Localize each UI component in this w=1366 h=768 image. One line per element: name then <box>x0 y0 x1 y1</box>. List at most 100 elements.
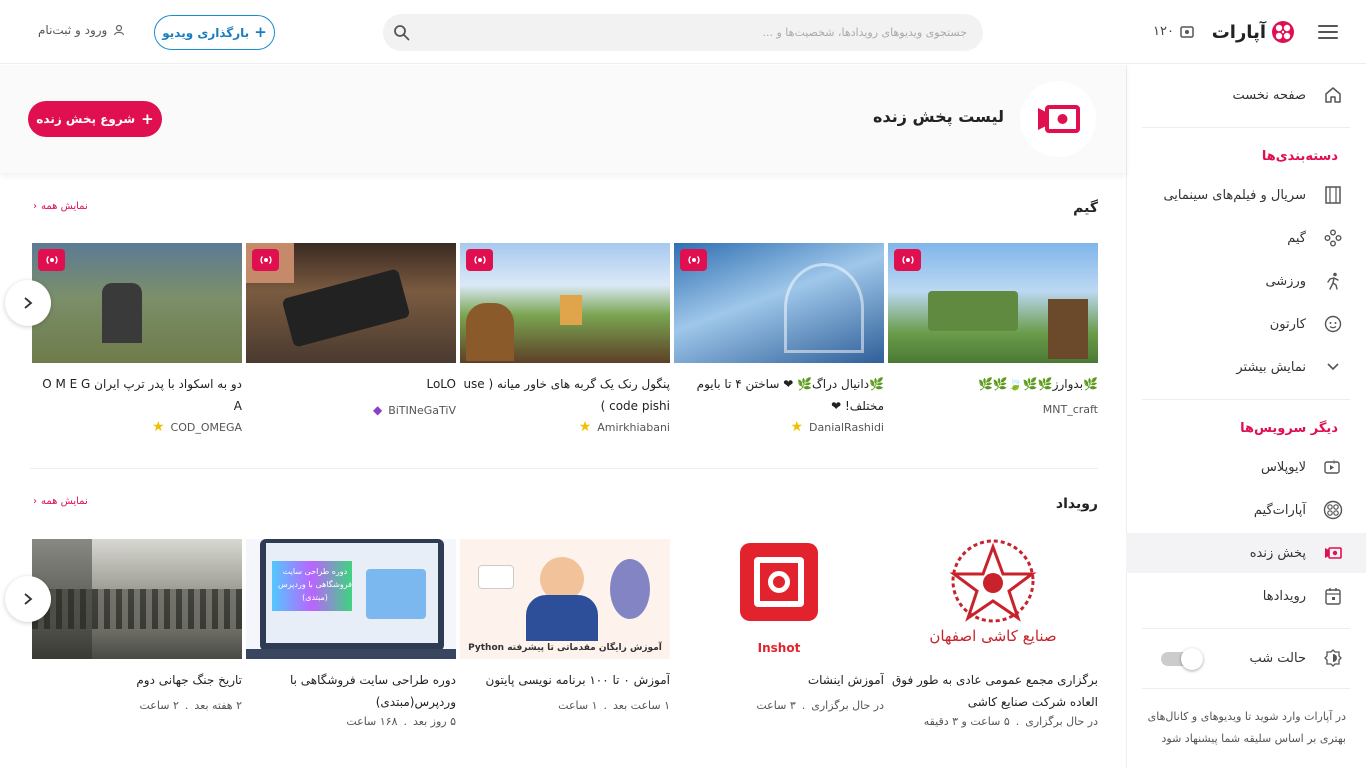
dot-separator: . <box>403 715 408 728</box>
channel-name[interactable]: Amirkhiabani <box>597 421 670 434</box>
event-meta: در حال برگزاری . ۳ ساعت <box>674 699 884 712</box>
star-icon: ★ <box>790 419 804 435</box>
event-thumbnail[interactable]: دوره طراحی سایت فروشگاهی با وردپرس (مبتد… <box>246 539 456 659</box>
live-badge <box>38 249 65 271</box>
channel-meta: COD_OMEGA ★ <box>32 419 242 435</box>
thumbnail-caption: Inshot <box>757 641 801 655</box>
star-icon: ★ <box>578 419 592 435</box>
start-live-label: شروع پخش زنده <box>36 112 136 126</box>
sidebar-item-live[interactable]: پخش زنده <box>1126 533 1366 573</box>
game-scroll-arrow[interactable] <box>5 280 51 326</box>
sidebar-item-game[interactable]: گیم <box>1126 218 1366 258</box>
event-title[interactable]: دوره طراحی سایت فروشگاهی با وردپرس(مبتدی… <box>246 669 456 713</box>
event-card[interactable]: دوره طراحی سایت فروشگاهی با وردپرس (مبتد… <box>246 539 456 728</box>
aparat-logo[interactable]: آپارات <box>1212 19 1296 45</box>
runner-icon <box>1322 270 1344 292</box>
sidebar-item-liveplus[interactable]: + لایوپلاس <box>1126 447 1366 487</box>
event-status: ۵ روز بعد <box>413 715 456 728</box>
sidebar-item-aparat-game[interactable]: آپارات‌گیم <box>1126 490 1366 530</box>
game-card[interactable]: پنگول رنک یک گربه های خاور میانه ( use c… <box>460 243 670 435</box>
event-cards-row: صنایع کاشی اصفهان برگزاری مجمع عمومی عاد… <box>30 539 1098 749</box>
game-card[interactable]: دو به اسکواد با پدر ترپ ایران O M E G A … <box>32 243 242 435</box>
event-thumbnail[interactable] <box>32 539 242 659</box>
video-thumbnail[interactable] <box>32 243 242 363</box>
sidebar-item-sports[interactable]: ورزشی <box>1126 261 1366 301</box>
live-badge <box>894 249 921 271</box>
game-cards-row: 🌿بدوارز🌿🌿🍃🌿🌿 MNT_craft 🌿دانیال دراگ🌿 ❤ س… <box>30 243 1098 453</box>
cartoon-icon <box>1322 313 1344 335</box>
video-title[interactable]: 🌿دانیال دراگ🌿 ❤ ساختن ۴ تا بایوم مختلف! … <box>674 373 884 417</box>
chevron-left-icon: ‹ <box>33 201 37 212</box>
live-camera-icon <box>1038 105 1080 133</box>
event-section-title: رویداد <box>1055 496 1098 512</box>
sidebar-label: آپارات‌گیم <box>1253 502 1306 518</box>
event-thumbnail[interactable]: Inshot <box>674 539 884 659</box>
sidebar-item-show-more[interactable]: نمایش بیشتر <box>1126 347 1366 387</box>
event-thumbnail[interactable]: صنایع کاشی اصفهان <box>888 539 1098 659</box>
night-mode-icon <box>1322 647 1344 669</box>
logo-text: آپارات <box>1211 21 1266 43</box>
live-icon <box>1322 542 1344 564</box>
show-all-label: نمایش همه <box>41 496 88 507</box>
video-thumbnail[interactable] <box>460 243 670 363</box>
sidebar-item-events[interactable]: رویدادها <box>1126 576 1366 616</box>
event-duration: ۱ ساعت <box>558 699 598 712</box>
event-card[interactable]: Inshot آموزش اینشات در حال برگزاری . ۳ س… <box>674 539 884 712</box>
inshot-logo <box>740 543 818 621</box>
start-live-button[interactable]: + شروع پخش زنده <box>28 101 162 137</box>
sidebar-item-movies[interactable]: سریال و فیلم‌های سینمایی <box>1126 175 1366 215</box>
video-thumbnail[interactable] <box>246 243 456 363</box>
plus-icon: + <box>141 109 154 128</box>
night-mode-toggle[interactable] <box>1161 648 1203 670</box>
live-badge <box>252 249 279 271</box>
game-section-title: گیم <box>1073 200 1098 216</box>
video-thumbnail[interactable] <box>888 243 1098 363</box>
event-card[interactable]: تاریخ جنگ جهانی دوم ۲ هفته بعد . ۲ ساعت <box>32 539 242 712</box>
thumbnail-caption: دوره طراحی سایت فروشگاهی با وردپرس (مبتد… <box>278 567 352 602</box>
event-duration: ۲ ساعت <box>139 699 179 712</box>
event-meta: ۱ ساعت بعد . ۱ ساعت <box>460 699 670 712</box>
sidebar-label: کارتون <box>1269 316 1306 332</box>
channel-name[interactable]: BiTINeGaTiV <box>388 404 456 417</box>
live-counter[interactable]: ۱۲۰ <box>1153 24 1194 39</box>
plus-icon: + <box>254 23 267 41</box>
sidebar-label: رویدادها <box>1262 588 1306 604</box>
event-thumbnail[interactable]: آموزش رایگان مقدماتی تا پیشرفته Python <box>460 539 670 659</box>
search-input[interactable] <box>427 14 967 51</box>
event-card[interactable]: آموزش رایگان مقدماتی تا پیشرفته Python آ… <box>460 539 670 712</box>
channel-name[interactable]: COD_OMEGA <box>171 421 242 434</box>
video-title[interactable]: دو به اسکواد با پدر ترپ ایران O M E G A <box>32 373 242 417</box>
sidebar-label: نمایش بیشتر <box>1236 359 1306 375</box>
game-card[interactable]: 🌿دانیال دراگ🌿 ❤ ساختن ۴ تا بایوم مختلف! … <box>674 243 884 435</box>
sidebar-item-home[interactable]: صفحه نخست <box>1126 75 1366 115</box>
dot-separator: . <box>801 699 806 712</box>
live-broadcast-icon <box>259 256 272 264</box>
event-duration: ۱۶۸ ساعت <box>346 715 398 728</box>
event-meta: ۵ روز بعد . ۱۶۸ ساعت <box>246 715 456 728</box>
search-icon[interactable] <box>393 24 410 41</box>
live-banner: لیست پخش زنده + شروع پخش زنده <box>0 65 1126 173</box>
svg-text:+: + <box>1331 459 1337 466</box>
game-card[interactable]: LoLO BiTINeGaTiV ◆ <box>246 243 456 417</box>
show-all-label: نمایش همه <box>41 201 88 212</box>
live-broadcast-icon <box>687 256 700 264</box>
game-show-all-link[interactable]: نمایش همه ‹ <box>33 201 88 212</box>
event-show-all-link[interactable]: نمایش همه ‹ <box>33 496 88 507</box>
channel-name[interactable]: MNT_craft <box>1043 403 1098 416</box>
event-card[interactable]: صنایع کاشی اصفهان برگزاری مجمع عمومی عاد… <box>888 539 1098 728</box>
upload-video-button[interactable]: + بارگذاری ویدیو <box>154 15 275 50</box>
dot-separator: . <box>184 699 189 712</box>
channel-name[interactable]: DanialRashidi <box>809 421 884 434</box>
sidebar-item-cartoon[interactable]: کارتون <box>1126 304 1366 344</box>
video-thumbnail[interactable] <box>674 243 884 363</box>
live-broadcast-icon <box>45 256 58 264</box>
login-button[interactable]: ورود و ثبت‌نام <box>38 23 125 37</box>
chevron-left-icon: ‹ <box>33 496 37 507</box>
channel-meta: MNT_craft <box>888 403 1098 416</box>
event-scroll-arrow[interactable] <box>5 576 51 622</box>
event-title[interactable]: برگزاری مجمع عمومی عادی به طور فوق العاد… <box>888 669 1098 713</box>
live-count: ۱۲۰ <box>1153 24 1174 39</box>
menu-icon[interactable] <box>1318 22 1338 42</box>
video-title[interactable]: پنگول رنک یک گربه های خاور میانه ( use c… <box>460 373 670 417</box>
game-card[interactable]: 🌿بدوارز🌿🌿🍃🌿🌿 MNT_craft <box>888 243 1098 416</box>
